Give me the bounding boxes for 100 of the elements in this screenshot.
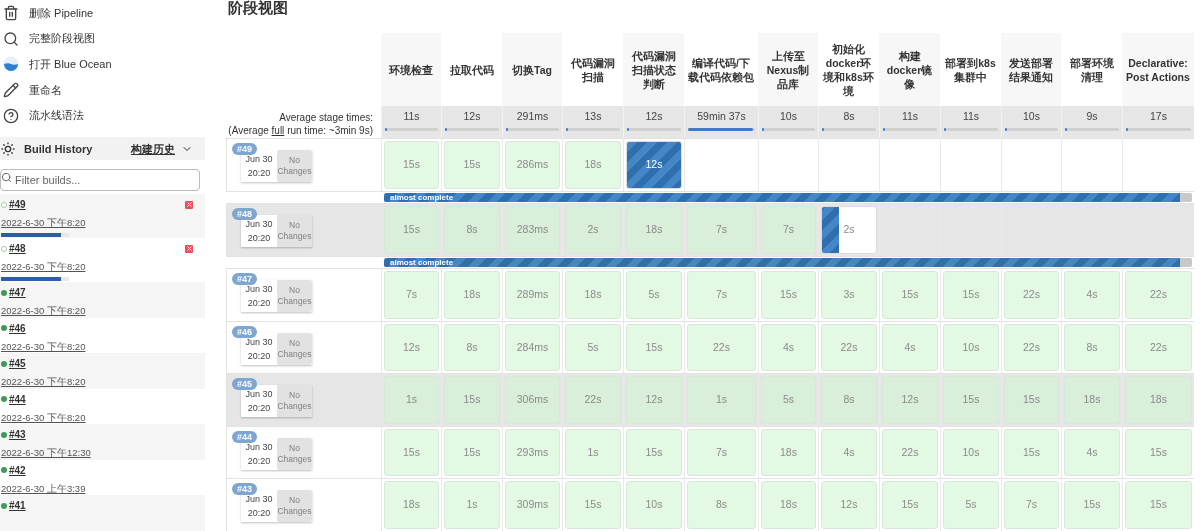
stage-cell[interactable]: 22s [1125,271,1192,319]
stage-cell[interactable]: 15s [444,428,500,477]
stage-cell[interactable]: 15s [761,271,816,319]
stage-cell[interactable]: 3s [821,271,877,319]
build-date-link[interactable]: 2022-6-30 下午12:30 [1,446,193,461]
stage-cell[interactable]: 22s [1125,323,1192,372]
stage-cell[interactable]: 8s [821,376,877,424]
build-number-link[interactable]: #47 [9,285,26,301]
build-number-link[interactable]: #48 [9,241,26,257]
stage-cell[interactable]: 18s [384,481,439,529]
stage-cell[interactable]: 7s [761,206,816,254]
stage-cell[interactable]: 15s [1064,481,1120,529]
stage-cell[interactable]: 15s [943,271,999,319]
build-history-link[interactable]: 构建历史 [131,140,175,158]
stage-cell[interactable]: 12s [882,376,938,424]
stage-cell[interactable]: 7s [687,428,756,477]
stage-cell[interactable]: 15s [444,376,500,424]
stage-cell[interactable]: 15s [626,323,682,372]
stage-cell[interactable]: 15s [1004,376,1059,424]
sidebar-menu-item[interactable]: 打开 Blue Ocean [0,51,205,78]
build-date-link[interactable]: 2022-6-30 下午8:20 [1,216,193,231]
stage-cell[interactable]: 4s [761,323,816,372]
stage-cell[interactable]: 15s [626,428,682,477]
build-badge[interactable]: #48 [232,208,258,221]
stage-cell[interactable]: 7s [1004,481,1059,529]
build-number-link[interactable]: #46 [9,320,26,336]
build-date-link[interactable]: 2022-6-30 下午8:20 [1,339,193,355]
stage-cell[interactable]: 22s [1004,271,1059,319]
stage-cell[interactable]: 15s [384,141,439,189]
stage-cell[interactable]: 12s [626,141,682,189]
stage-cell[interactable]: 15s [384,428,439,477]
stage-cell[interactable]: 7s [687,206,756,254]
stage-cell[interactable]: 10s [626,481,682,529]
stage-cell[interactable]: 18s [1064,376,1120,424]
build-badge[interactable]: #47 [232,273,258,286]
stage-cell[interactable]: 22s [1004,323,1059,372]
stage-cell[interactable]: 1s [444,481,500,529]
stage-cell[interactable]: 18s [626,206,682,254]
stage-cell[interactable]: 15s [444,141,500,189]
build-number-link[interactable]: #41 [9,498,26,514]
stage-cell[interactable]: 10s [943,428,999,477]
sidebar-menu-item[interactable]: 删除 Pipeline [0,0,205,26]
stage-cell[interactable]: 4s [821,428,877,477]
build-number-link[interactable]: #49 [9,197,26,213]
stage-cell[interactable]: 284ms [505,323,560,372]
stage-cell[interactable]: 15s [565,481,621,529]
stage-cell[interactable]: 15s [1125,428,1192,477]
sidebar-menu-item[interactable]: 流水线语法 [0,102,205,129]
build-badge[interactable]: #43 [232,483,258,496]
cancel-icon[interactable] [185,244,193,253]
stage-cell[interactable]: 8s [687,481,756,529]
stage-cell[interactable]: 1s [384,376,439,424]
stage-cell[interactable]: 5s [943,481,999,529]
stage-cell[interactable]: 12s [384,323,439,372]
stage-cell[interactable]: 15s [943,376,999,424]
stage-cell[interactable]: 22s [821,323,877,372]
stage-cell[interactable]: 18s [761,428,816,477]
build-badge[interactable]: #44 [232,430,258,443]
sidebar-menu-item[interactable]: 完整阶段视图 [0,25,205,52]
stage-cell[interactable]: 1s [565,428,621,477]
cancel-icon[interactable] [185,200,193,209]
stage-cell[interactable]: 5s [761,376,816,424]
stage-cell[interactable]: 22s [882,428,938,477]
full-link[interactable]: full [271,125,285,137]
stage-cell[interactable]: 1s [687,376,756,424]
stage-cell[interactable]: 15s [882,271,938,319]
stage-cell[interactable]: 18s [1125,376,1192,424]
stage-cell[interactable]: 18s [565,141,621,189]
stage-cell[interactable]: 283ms [505,206,560,254]
stage-cell[interactable]: 8s [1064,323,1120,372]
stage-cell[interactable]: 7s [384,271,439,319]
build-date-link[interactable]: 2022-6-30 下午8:20 [1,375,193,390]
stage-cell[interactable]: 293ms [505,428,560,477]
stage-cell[interactable]: 22s [687,323,756,372]
stage-cell[interactable]: 286ms [505,141,560,189]
stage-cell[interactable]: 18s [761,481,816,529]
stage-cell[interactable]: 8s [444,323,500,372]
stage-cell[interactable]: 12s [626,376,682,424]
stage-cell[interactable]: 4s [882,323,938,372]
build-number-link[interactable]: #45 [9,356,26,372]
stage-cell[interactable]: 306ms [505,376,560,424]
build-date-link[interactable]: 2022-6-30 下午8:20 [1,410,193,426]
stage-cell[interactable]: 2s [565,206,621,254]
stage-cell[interactable]: 15s [1125,481,1192,529]
stage-cell[interactable]: 289ms [505,271,560,319]
build-number-link[interactable]: #43 [9,427,26,443]
stage-cell[interactable]: 12s [821,481,877,529]
stage-cell[interactable]: 4s [1064,271,1120,319]
stage-cell[interactable]: 15s [882,481,938,529]
build-badge[interactable]: #45 [232,378,258,391]
stage-cell[interactable]: 8s [444,206,500,254]
build-badge[interactable]: #49 [232,143,258,156]
stage-cell[interactable]: 10s [943,323,999,372]
build-date-link[interactable]: 2022-6-30 上午3:39 [1,481,193,497]
stage-cell[interactable]: 15s [384,206,439,254]
stage-cell[interactable]: 5s [565,323,621,372]
build-number-link[interactable]: #44 [9,391,26,407]
stage-cell[interactable]: 18s [565,271,621,319]
build-number-link[interactable]: #42 [9,462,26,478]
build-badge[interactable]: #46 [232,325,258,338]
